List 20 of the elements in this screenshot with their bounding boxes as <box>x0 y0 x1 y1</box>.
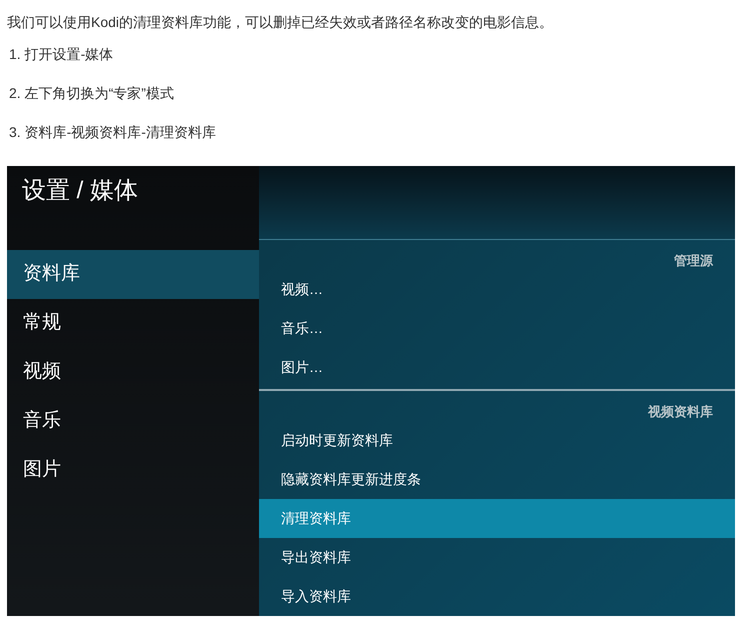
intro-paragraph: 我们可以使用Kodi的清理资料库功能，可以删掉已经失效或者路径名称改变的电影信息。 <box>7 13 554 32</box>
settings-item[interactable]: 导入资料库 <box>259 577 735 616</box>
settings-item[interactable]: 图片… <box>259 348 735 387</box>
sidebar-item[interactable]: 常规 <box>7 299 259 348</box>
settings-item[interactable]: 隐藏资料库更新进度条 <box>259 460 735 499</box>
section-header: 管理源 <box>674 252 713 270</box>
step-text: 1. 打开设置-媒体 <box>9 45 114 64</box>
section-header: 视频资料库 <box>648 402 713 420</box>
settings-item[interactable]: 音乐… <box>259 309 735 348</box>
sidebar-item[interactable]: 图片 <box>7 446 259 495</box>
window-title: 设置 / 媒体 <box>22 177 138 204</box>
settings-item[interactable]: 启动时更新资料库 <box>259 421 735 460</box>
settings-item[interactable]: 导出资料库 <box>259 538 735 577</box>
sidebar-item[interactable]: 资料库 <box>7 250 259 299</box>
settings-item[interactable]: 清理资料库 <box>259 499 735 538</box>
step-text: 3. 资料库-视频资料库-清理资料库 <box>9 123 216 142</box>
sidebar-item[interactable]: 视频 <box>7 348 259 397</box>
sidebar-item[interactable]: 音乐 <box>7 397 259 446</box>
settings-item[interactable]: 视频… <box>259 270 735 309</box>
step-text: 2. 左下角切换为“专家”模式 <box>9 84 174 103</box>
